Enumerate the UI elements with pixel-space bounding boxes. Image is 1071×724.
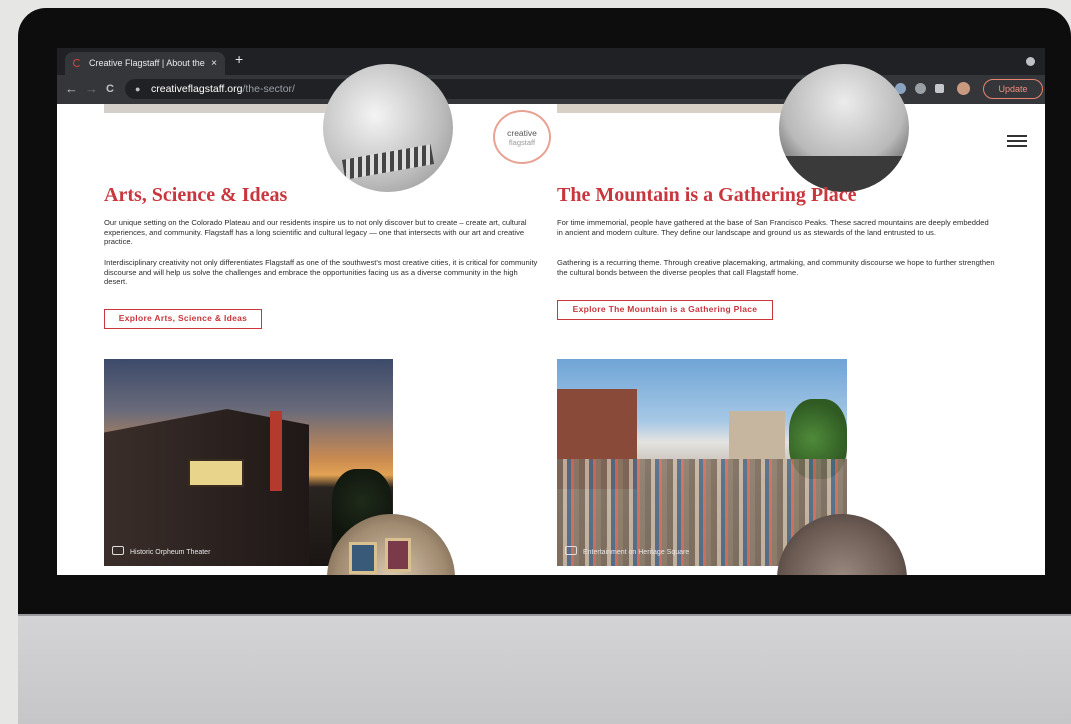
photo-caption: Historic Orpheum Theater (112, 546, 210, 556)
forward-button[interactable]: → (85, 81, 98, 96)
section-paragraph: Our unique setting on the Colorado Plate… (104, 218, 527, 247)
section-paragraph: Gathering is a recurring theme. Through … (557, 258, 995, 277)
caption-text: Historic Orpheum Theater (130, 549, 211, 556)
window-control-icon[interactable] (1026, 57, 1035, 66)
caption-text: Entertainment on Heritage Square (583, 549, 690, 556)
circle-photo-right-top (779, 64, 909, 192)
browser-tabbar: Creative Flagstaff | About the S × + (57, 48, 1045, 75)
monitor-divider (18, 614, 1071, 616)
logo-line1: creative (507, 128, 537, 138)
camera-icon (112, 546, 124, 555)
site-logo[interactable]: creative flagstaff (493, 110, 551, 164)
explore-arts-button[interactable]: Explore Arts, Science & Ideas (104, 309, 262, 329)
extension-lock-icon[interactable] (915, 83, 926, 94)
url-path: /the-sector/ (242, 83, 295, 95)
monitor-chin (18, 614, 1071, 724)
back-button[interactable]: ← (65, 81, 78, 96)
update-button[interactable]: Update (983, 79, 1043, 99)
url-domain: creativeflagstaff.org (151, 83, 243, 95)
camera-icon (565, 546, 577, 555)
menu-icon[interactable] (1007, 135, 1027, 148)
tab-close-icon[interactable]: × (211, 52, 217, 75)
section-paragraph: For time immemorial, people have gathere… (557, 218, 989, 237)
circle-photo-left-top (323, 64, 453, 192)
address-bar[interactable]: ● creativeflagstaff.org/the-sector/ ⌘ ⚲ … (125, 79, 865, 99)
section-heading-mountain: The Mountain is a Gathering Place (557, 184, 857, 206)
address-url: creativeflagstaff.org/the-sector/ (151, 79, 295, 99)
new-tab-button[interactable]: + (235, 51, 243, 67)
tab-title: Creative Flagstaff | About the S (89, 58, 207, 68)
browser-tab[interactable]: Creative Flagstaff | About the S × (65, 52, 225, 75)
favicon-icon (73, 59, 81, 67)
explore-mountain-button[interactable]: Explore The Mountain is a Gathering Plac… (557, 300, 773, 320)
lock-icon: ● (135, 84, 141, 94)
reload-button[interactable]: C (106, 83, 114, 95)
profile-avatar[interactable] (957, 82, 970, 95)
photo-caption: Entertainment on Heritage Square (565, 546, 689, 556)
web-page: creative flagstaff Arts, Science & Ideas… (57, 64, 1045, 575)
section-heading-arts: Arts, Science & Ideas (104, 184, 288, 206)
screen: Creative Flagstaff | About the S × + ← →… (57, 48, 1045, 575)
section-paragraph: Interdisciplinary creativity not only di… (104, 258, 538, 287)
logo-line2: flagstaff (508, 138, 536, 147)
extensions-icon[interactable] (935, 84, 944, 93)
